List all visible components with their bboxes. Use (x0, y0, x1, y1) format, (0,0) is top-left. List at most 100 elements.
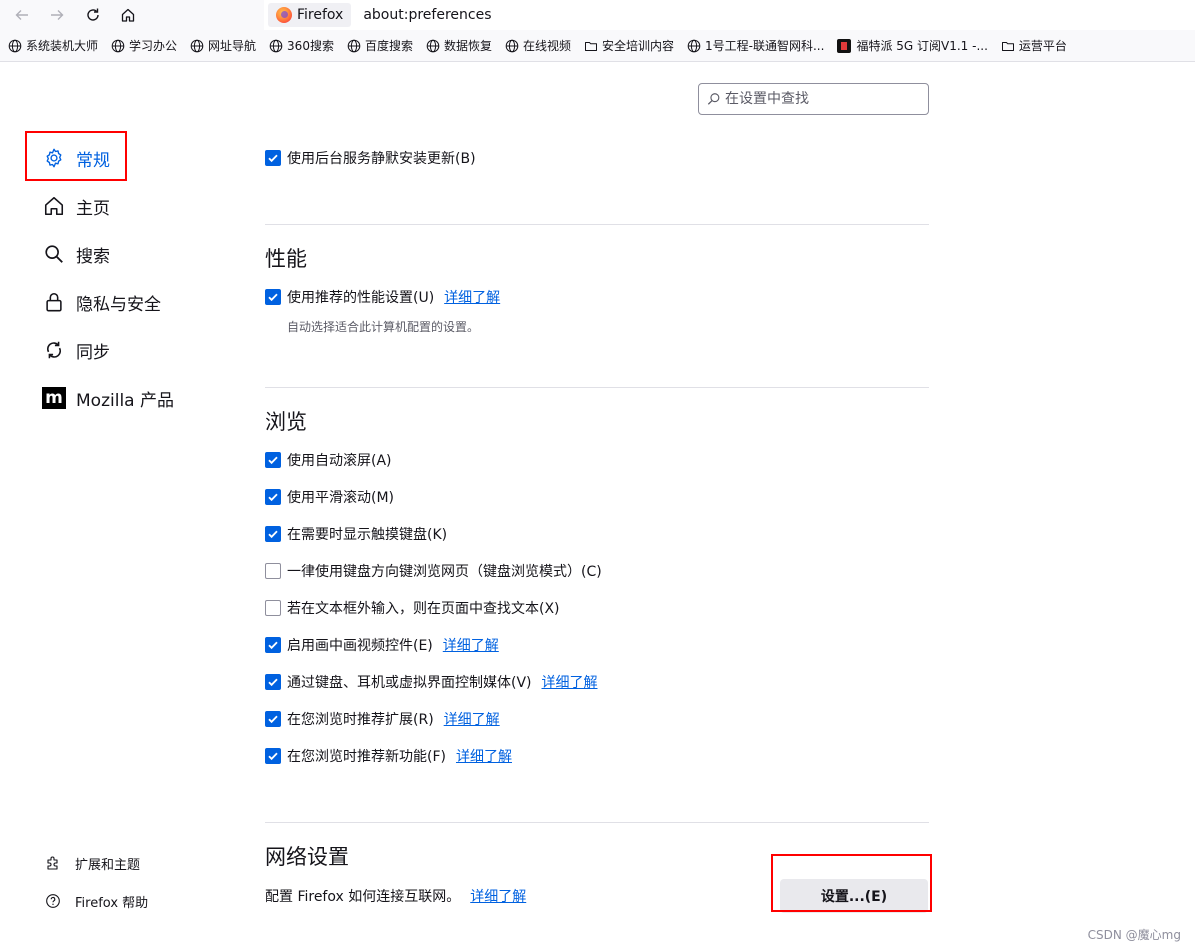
bookmark-label: 百度搜索 (364, 39, 413, 53)
network-description: 配置 Firefox 如何连接互联网。 (265, 889, 461, 905)
bookmark-item[interactable]: 百度搜索 (347, 37, 413, 54)
back-button[interactable] (10, 3, 34, 27)
app-icon (837, 38, 852, 53)
settings-search-input[interactable] (725, 91, 915, 107)
globe-icon (505, 39, 523, 53)
globe-icon (269, 39, 287, 53)
checkbox-unchecked[interactable] (265, 563, 281, 579)
checkbox-unchecked[interactable] (265, 600, 281, 616)
sidebar-footer-label: Firefox 帮助 (75, 895, 149, 911)
sidebar-item-label: 隐私与安全 (76, 294, 161, 315)
checkbox-checked[interactable] (265, 674, 281, 690)
checkbox-checked[interactable] (265, 150, 281, 166)
checkbox-checked[interactable] (265, 748, 281, 764)
bookmark-label: 福特派 5G 订阅V1.1 -... (856, 39, 988, 53)
learn-more-link[interactable]: 详细了解 (444, 287, 500, 307)
home-icon (121, 8, 135, 22)
globe-icon (8, 39, 26, 53)
reload-button[interactable] (81, 3, 105, 27)
checkbox-label: 通过键盘、耳机或虚拟界面控制媒体(V) (287, 675, 532, 691)
bookmark-item[interactable]: 1号工程-联通智网科... (687, 37, 824, 54)
sidebar-item-label: 同步 (76, 342, 110, 363)
learn-more-link[interactable]: 详细了解 (470, 886, 526, 906)
sidebar-item-privacy[interactable]: 隐私与安全 (42, 287, 161, 317)
browsing-option-row[interactable]: 通过键盘、耳机或虚拟界面控制媒体(V) 详细了解 (265, 672, 598, 692)
puzzle-icon (47, 856, 58, 870)
bookmark-item[interactable]: 360搜索 (269, 37, 334, 54)
globe-icon (190, 39, 208, 53)
section-divider (265, 224, 929, 225)
mozilla-logo-icon: m (42, 386, 66, 410)
checkbox-checked[interactable] (265, 489, 281, 505)
annotation-highlight-network-settings (771, 854, 932, 912)
browsing-option-row[interactable]: 若在文本框外输入，则在页面中查找文本(X) (265, 598, 560, 618)
performance-description: 自动选择适合此计算机配置的设置。 (287, 320, 480, 334)
sidebar-item-label: 搜索 (76, 246, 110, 267)
browsing-option-row[interactable]: 使用平滑滚动(M) (265, 487, 394, 507)
settings-search-box[interactable] (698, 83, 929, 115)
sidebar-item-search[interactable]: 搜索 (42, 239, 110, 269)
folder-icon (584, 39, 602, 53)
search-icon (42, 242, 66, 266)
bookmark-item[interactable]: 安全培训内容 (584, 37, 674, 54)
sidebar-help-link[interactable]: Firefox 帮助 (45, 890, 148, 912)
identity-label: Firefox (297, 7, 344, 23)
globe-icon (111, 39, 129, 53)
globe-icon (687, 39, 705, 53)
network-heading: 网络设置 (265, 845, 349, 869)
background-update-checkbox-row[interactable]: 使用后台服务静默安装更新(B) (265, 148, 476, 168)
performance-recommended-checkbox-row[interactable]: 使用推荐的性能设置(U) 详细了解 (265, 287, 500, 307)
checkbox-checked[interactable] (265, 289, 281, 305)
bookmark-item[interactable]: 运营平台 (1001, 37, 1067, 54)
watermark: CSDN @魔心mg (1087, 928, 1181, 942)
bookmarks-toolbar: 系统装机大师 学习办公 网址导航 360搜索 百度搜索 数据恢复 在线视频 安全培训内容 1号工… (0, 30, 1195, 62)
sidebar-item-home[interactable]: 主页 (42, 191, 110, 221)
browsing-heading: 浏览 (265, 410, 307, 434)
folder-icon (1001, 39, 1019, 53)
section-divider (265, 822, 929, 823)
learn-more-link[interactable]: 详细了解 (443, 635, 499, 655)
checkbox-checked[interactable] (265, 637, 281, 653)
sync-icon (42, 338, 66, 362)
browsing-option-row[interactable]: 使用自动滚屏(A) (265, 450, 392, 470)
bookmark-item[interactable]: 福特派 5G 订阅V1.1 -... (837, 37, 988, 54)
globe-icon (347, 39, 365, 53)
checkbox-label: 一律使用键盘方向键浏览网页（键盘浏览模式）(C) (287, 564, 602, 580)
lock-icon (42, 290, 66, 314)
sidebar-extensions-themes-link[interactable]: 扩展和主题 (45, 852, 140, 874)
bookmark-item[interactable]: 网址导航 (190, 37, 256, 54)
learn-more-link[interactable]: 详细了解 (542, 672, 598, 692)
sidebar-item-label: 常规 (76, 150, 110, 171)
network-description-row: 配置 Firefox 如何连接互联网。 详细了解 (265, 886, 526, 906)
identity-box[interactable]: Firefox (268, 3, 352, 27)
sidebar-item-general[interactable]: 常规 (42, 143, 110, 173)
checkbox-checked[interactable] (265, 452, 281, 468)
bookmark-item[interactable]: 数据恢复 (426, 37, 492, 54)
checkbox-checked[interactable] (265, 711, 281, 727)
bookmark-item[interactable]: 系统装机大师 (8, 37, 98, 54)
sidebar-footer-label: 扩展和主题 (75, 857, 141, 873)
browsing-option-row[interactable]: 在您浏览时推荐扩展(R) 详细了解 (265, 709, 500, 729)
globe-icon (426, 39, 444, 53)
gear-icon (42, 146, 66, 170)
checkbox-label: 使用推荐的性能设置(U) (287, 290, 435, 306)
browsing-option-row[interactable]: 在需要时显示触摸键盘(K) (265, 524, 447, 544)
home-button[interactable] (116, 3, 140, 27)
learn-more-link[interactable]: 详细了解 (456, 746, 512, 766)
browsing-option-row[interactable]: 在您浏览时推荐新功能(F) 详细了解 (265, 746, 512, 766)
checkbox-label: 在需要时显示触摸键盘(K) (287, 527, 448, 543)
forward-button[interactable] (45, 3, 69, 27)
browsing-option-row[interactable]: 启用画中画视频控件(E) 详细了解 (265, 635, 499, 655)
learn-more-link[interactable]: 详细了解 (444, 709, 500, 729)
checkbox-label: 启用画中画视频控件(E) (287, 638, 433, 654)
home-icon (42, 194, 66, 218)
bookmark-label: 数据恢复 (443, 39, 492, 53)
sidebar-item-sync[interactable]: 同步 (42, 335, 110, 365)
bookmark-item[interactable]: 学习办公 (111, 37, 177, 54)
url-bar[interactable]: Firefox about:preferences (264, 0, 1195, 30)
sidebar-item-mozilla-products[interactable]: m Mozilla 产品 (42, 383, 174, 413)
checkbox-checked[interactable] (265, 526, 281, 542)
bookmark-item[interactable]: 在线视频 (505, 37, 571, 54)
url-text[interactable]: about:preferences (363, 7, 491, 23)
browsing-option-row[interactable]: 一律使用键盘方向键浏览网页（键盘浏览模式）(C) (265, 561, 602, 581)
